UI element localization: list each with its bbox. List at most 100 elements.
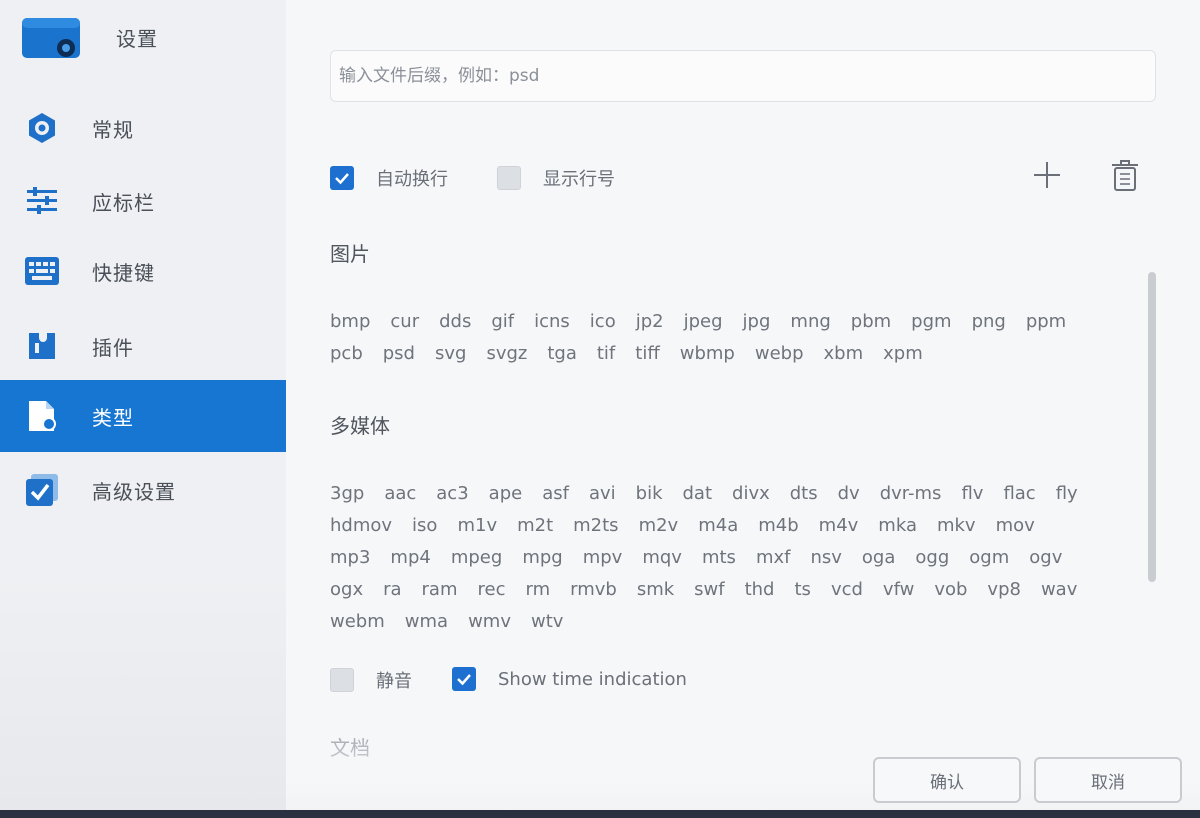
extension-item: mpv: [582, 547, 623, 568]
sidebar-item-advanced[interactable]: 高级设置: [0, 454, 286, 526]
trash-icon: [1109, 158, 1141, 196]
extension-item: pbm: [850, 311, 892, 332]
extension-item: tif: [596, 343, 616, 364]
extension-item: ac3: [436, 483, 469, 504]
checkbox-checked-icon: [330, 166, 354, 190]
extension-item: mp3: [330, 547, 371, 568]
extension-item: jpeg: [683, 311, 723, 332]
delete-button[interactable]: [1105, 157, 1145, 197]
extension-item: ogx: [330, 579, 364, 600]
extension-item: dts: [789, 483, 818, 504]
mute-label: 静音: [376, 671, 412, 692]
extension-item: dat: [682, 483, 713, 504]
extension-item: nsv: [810, 547, 842, 568]
show-time-label: Show time indication: [498, 668, 687, 690]
extension-item: swf: [694, 579, 725, 600]
extension-item: vcd: [830, 579, 863, 600]
sidebar-item-types[interactable]: 类型: [0, 380, 286, 452]
extension-item: m4b: [758, 515, 799, 536]
extension-item: ra: [383, 579, 402, 600]
auto-wrap-label: 自动换行: [376, 169, 448, 190]
app-header: 设置: [22, 12, 158, 62]
extension-item: ram: [421, 579, 458, 600]
confirm-button[interactable]: 确认: [873, 757, 1021, 803]
extension-item: flac: [1003, 483, 1036, 504]
extension-item: psd: [382, 343, 415, 364]
extension-item: mka: [878, 515, 917, 536]
extension-item: webp: [754, 343, 804, 364]
extension-item: mxf: [755, 547, 791, 568]
extension-item: dv: [837, 483, 860, 504]
extension-item: m4a: [698, 515, 739, 536]
extension-item: ppm: [1025, 311, 1067, 332]
extension-item: ogv: [1029, 547, 1063, 568]
extension-item: wtv: [530, 611, 564, 632]
section-title-images: 图片: [330, 242, 370, 266]
extension-item: pcb: [330, 343, 363, 364]
extension-item: mts: [701, 547, 736, 568]
show-time-checkbox[interactable]: Show time indication: [452, 667, 687, 691]
auto-wrap-checkbox[interactable]: 自动换行: [330, 165, 448, 191]
image-extension-list: bmp cur dds gif icns ico jp2 jpeg jpg mng pbm pgm pn…: [330, 306, 1110, 370]
sidebar-item-label: 插件: [92, 335, 134, 360]
extension-item: bik: [635, 483, 663, 504]
scrollbar[interactable]: [1148, 272, 1156, 582]
extension-item: thd: [744, 579, 775, 600]
extension-item: mkv: [936, 515, 976, 536]
line-numbers-label: 显示行号: [543, 169, 615, 190]
extension-item: tga: [547, 343, 577, 364]
gear-icon: [22, 108, 62, 148]
extension-item: ogg: [915, 547, 950, 568]
extension-item: xbm: [823, 343, 864, 364]
extension-item: m2t: [517, 515, 554, 536]
extension-item: jpg: [742, 311, 771, 332]
extension-item: divx: [732, 483, 770, 504]
app-logo-icon: [22, 14, 82, 60]
extension-item: tiff: [635, 343, 660, 364]
sidebar-item-shortcuts[interactable]: 快捷键: [0, 235, 286, 307]
extension-item: m2ts: [573, 515, 619, 536]
extension-item: ape: [488, 483, 523, 504]
extension-item: rec: [477, 579, 506, 600]
checkbox-unchecked-icon: [330, 668, 354, 692]
sidebar-item-toolbar[interactable]: 应标栏: [0, 165, 286, 237]
extension-item: rmvb: [570, 579, 617, 600]
line-numbers-checkbox[interactable]: 显示行号: [497, 165, 615, 191]
sidebar-item-label: 快捷键: [92, 260, 155, 285]
search-input[interactable]: [339, 66, 1147, 86]
extension-item: vob: [934, 579, 968, 600]
sliders-icon: [22, 181, 62, 221]
extension-item: webm: [330, 611, 385, 632]
plus-icon: [1031, 159, 1063, 195]
keyboard-icon: [22, 251, 62, 291]
extension-item: mov: [995, 515, 1035, 536]
extension-item: wbmp: [679, 343, 735, 364]
extension-item: gif: [491, 311, 515, 332]
add-button[interactable]: [1027, 157, 1067, 197]
extension-item: asf: [542, 483, 569, 504]
file-type-icon: [22, 396, 62, 436]
extension-item: wma: [404, 611, 449, 632]
cancel-button[interactable]: 取消: [1034, 757, 1182, 803]
app-title: 设置: [116, 26, 158, 51]
sidebar-item-plugins[interactable]: 插件: [0, 310, 286, 382]
extension-item: svg: [434, 343, 467, 364]
extension-item: ico: [589, 311, 616, 332]
extension-item: flv: [961, 483, 984, 504]
extension-item: mpeg: [450, 547, 503, 568]
sidebar-item-label: 常规: [92, 117, 134, 142]
extension-item: mpg: [522, 547, 563, 568]
extension-item: cur: [390, 311, 420, 332]
extension-item: avi: [588, 483, 616, 504]
extension-item: rm: [525, 579, 551, 600]
extension-item: vp8: [987, 579, 1021, 600]
mute-checkbox[interactable]: 静音: [330, 667, 412, 693]
search-box[interactable]: [330, 50, 1156, 102]
checkbox-unchecked-icon: [497, 166, 521, 190]
sidebar-item-general[interactable]: 常规: [0, 92, 286, 164]
extension-item: smk: [636, 579, 675, 600]
sidebar-item-label: 高级设置: [92, 479, 176, 504]
plugin-icon: [22, 326, 62, 366]
extension-item: mqv: [642, 547, 682, 568]
checkbox-icon: [22, 470, 62, 510]
